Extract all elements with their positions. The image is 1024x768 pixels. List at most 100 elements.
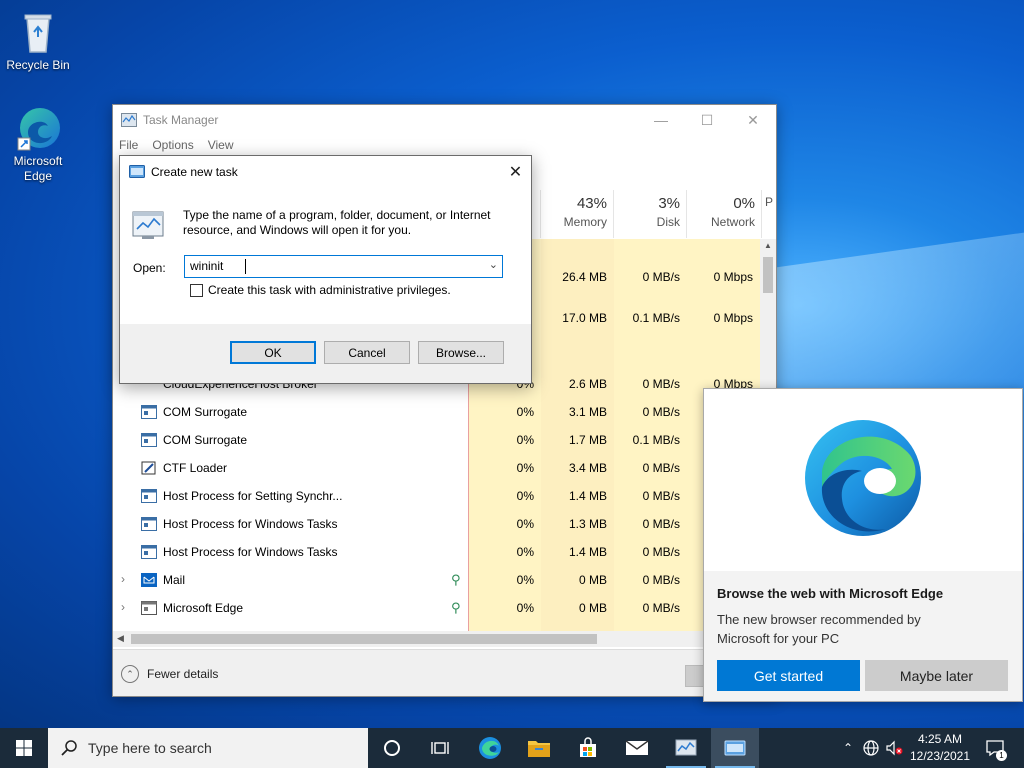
table-row[interactable]: Host Process for Windows Tasks 0% 1.3 MB… bbox=[113, 510, 763, 538]
table-row[interactable]: COM Surrogate 0% 1.7 MB 0.1 MB/s bbox=[113, 426, 763, 454]
column-power[interactable]: P bbox=[761, 190, 775, 238]
taskbar-search-box[interactable]: Type here to search bbox=[48, 728, 368, 768]
row-network: 0 Mbps bbox=[713, 270, 753, 284]
table-row[interactable]: COM Surrogate 0% 3.1 MB 0 MB/s bbox=[113, 398, 763, 426]
row-network: 0 Mbps bbox=[713, 311, 753, 325]
row-cpu: 0% bbox=[516, 573, 534, 587]
open-input-value[interactable]: wininit bbox=[190, 259, 223, 273]
desktop-icon-recycle-bin[interactable]: Recycle Bin bbox=[0, 8, 76, 73]
table-row[interactable]: Host Process for Setting Synchr... 0% 1.… bbox=[113, 482, 763, 510]
horizontal-scroll-thumb[interactable] bbox=[131, 634, 597, 644]
process-name: Microsoft Edge bbox=[163, 601, 244, 615]
row-cpu: 0% bbox=[516, 517, 534, 531]
recycle-bin-label: Recycle Bin bbox=[6, 58, 70, 72]
process-window-icon bbox=[141, 405, 157, 419]
show-hidden-icons-button[interactable]: ⌃ bbox=[838, 728, 858, 768]
task-manager-footer: ⌃ Fewer details bbox=[113, 649, 776, 696]
edge-promo-description: The new browser recommended by Microsoft… bbox=[717, 612, 921, 646]
cortana-button[interactable] bbox=[368, 728, 416, 768]
mail-button[interactable] bbox=[613, 728, 661, 768]
row-disk: 0 MB/s bbox=[642, 489, 680, 503]
task-manager-taskbar-button[interactable] bbox=[662, 728, 710, 768]
menu-file[interactable]: File bbox=[119, 138, 138, 152]
row-cpu: 0% bbox=[516, 433, 534, 447]
system-clock[interactable]: 4:25 AM 12/23/2021 bbox=[905, 731, 975, 765]
ok-button[interactable]: OK bbox=[230, 341, 316, 364]
get-started-button[interactable]: Get started bbox=[717, 660, 860, 691]
process-name: COM Surrogate bbox=[163, 433, 248, 447]
task-manager-titlebar[interactable]: Task Manager — ☐ ✕ bbox=[113, 105, 776, 135]
clock-time: 4:25 AM bbox=[917, 732, 963, 746]
row-disk: 0 MB/s bbox=[642, 405, 680, 419]
desktop-icon-edge[interactable]: Microsoft Edge bbox=[0, 104, 76, 184]
volume-tray-button[interactable] bbox=[883, 728, 905, 768]
table-row[interactable]: Host Process for Windows Tasks 0% 1.4 MB… bbox=[113, 538, 763, 566]
task-view-button[interactable] bbox=[416, 728, 464, 768]
row-disk: 0.1 MB/s bbox=[632, 433, 680, 447]
process-window-icon bbox=[141, 545, 157, 559]
notification-count-badge: 1 bbox=[996, 750, 1007, 761]
browse-button[interactable]: Browse... bbox=[418, 341, 504, 364]
fewer-details-button[interactable]: ⌃ Fewer details bbox=[121, 665, 218, 683]
taskbar-edge-button[interactable] bbox=[466, 728, 514, 768]
network-globe-icon bbox=[863, 740, 879, 756]
memory-label: Memory bbox=[563, 215, 607, 229]
horizontal-scrollbar[interactable]: ◀ bbox=[113, 631, 760, 647]
process-window-icon bbox=[141, 601, 157, 615]
maybe-later-button[interactable]: Maybe later bbox=[865, 660, 1008, 691]
cortana-circle-icon bbox=[384, 740, 400, 756]
cancel-button[interactable]: Cancel bbox=[324, 341, 410, 364]
table-row[interactable]: CTF Loader 0% 3.4 MB 0 MB/s bbox=[113, 454, 763, 482]
network-tray-button[interactable] bbox=[860, 728, 882, 768]
microsoft-store-button[interactable] bbox=[564, 728, 612, 768]
minimize-button[interactable]: — bbox=[638, 105, 684, 135]
admin-privileges-checkbox[interactable]: Create this task with administrative pri… bbox=[190, 283, 451, 297]
row-disk: 0 MB/s bbox=[642, 573, 680, 587]
action-center-button[interactable]: 1 bbox=[980, 728, 1010, 768]
network-label: Network bbox=[710, 215, 755, 229]
chevron-up-icon: ⌃ bbox=[121, 665, 139, 683]
process-name: COM Surrogate bbox=[163, 405, 248, 419]
dialog-prompt: Type the name of a program, folder, docu… bbox=[183, 208, 491, 237]
menu-view[interactable]: View bbox=[208, 138, 234, 152]
row-memory: 3.1 MB bbox=[568, 405, 607, 419]
chevron-down-icon[interactable]: ⌄ bbox=[489, 258, 498, 271]
task-manager-icon bbox=[675, 739, 697, 756]
dialog-close-button[interactable]: ✕ bbox=[500, 156, 531, 187]
table-row[interactable]: › Microsoft Edge ⚲ 0% 0 MB 0 MB/s bbox=[113, 594, 763, 622]
row-memory: 1.3 MB bbox=[568, 517, 607, 531]
column-disk[interactable]: 3% Disk bbox=[613, 190, 686, 238]
row-disk: 0 MB/s bbox=[642, 601, 680, 615]
column-network[interactable]: 0% Network bbox=[686, 190, 761, 238]
vertical-scroll-thumb[interactable] bbox=[763, 257, 773, 293]
run-dialog-taskbar-button[interactable] bbox=[711, 728, 759, 768]
create-new-task-dialog: Create new task ✕ Type the name of a pro… bbox=[119, 155, 532, 384]
menu-options[interactable]: Options bbox=[152, 138, 193, 152]
scroll-left-arrow-icon[interactable]: ◀ bbox=[117, 633, 124, 644]
row-memory: 2.6 MB bbox=[568, 377, 607, 391]
close-button[interactable]: ✕ bbox=[730, 105, 776, 135]
expand-chevron-icon[interactable]: › bbox=[121, 572, 125, 586]
recycle-bin-icon bbox=[14, 8, 62, 56]
scroll-up-arrow-icon[interactable]: ▲ bbox=[764, 241, 772, 250]
dialog-footer: OK Cancel Browse... bbox=[120, 324, 531, 383]
column-memory[interactable]: 43% Memory bbox=[540, 190, 613, 238]
maximize-button[interactable]: ☐ bbox=[684, 105, 730, 135]
file-explorer-button[interactable] bbox=[515, 728, 563, 768]
chevron-up-icon: ⌃ bbox=[842, 741, 854, 755]
row-memory: 17.0 MB bbox=[562, 311, 607, 325]
start-button[interactable] bbox=[0, 728, 48, 768]
store-bag-icon bbox=[580, 737, 596, 757]
dialog-titlebar[interactable]: Create new task ✕ bbox=[120, 156, 531, 187]
expand-chevron-icon[interactable]: › bbox=[121, 600, 125, 614]
run-program-icon bbox=[132, 211, 164, 239]
table-row[interactable]: › Mail ⚲ 0% 0 MB 0 MB/s bbox=[113, 566, 763, 594]
process-window-icon bbox=[141, 517, 157, 531]
suspended-leaf-icon: ⚲ bbox=[451, 572, 461, 587]
task-view-icon bbox=[431, 742, 449, 754]
open-combobox[interactable]: wininit ⌄ bbox=[184, 255, 503, 278]
checkbox-box[interactable] bbox=[190, 283, 203, 297]
windows-logo-icon bbox=[16, 740, 32, 756]
edge-promo-popup: Browse the web with Microsoft Edge The n… bbox=[703, 388, 1023, 702]
volume-muted-icon bbox=[886, 740, 903, 756]
